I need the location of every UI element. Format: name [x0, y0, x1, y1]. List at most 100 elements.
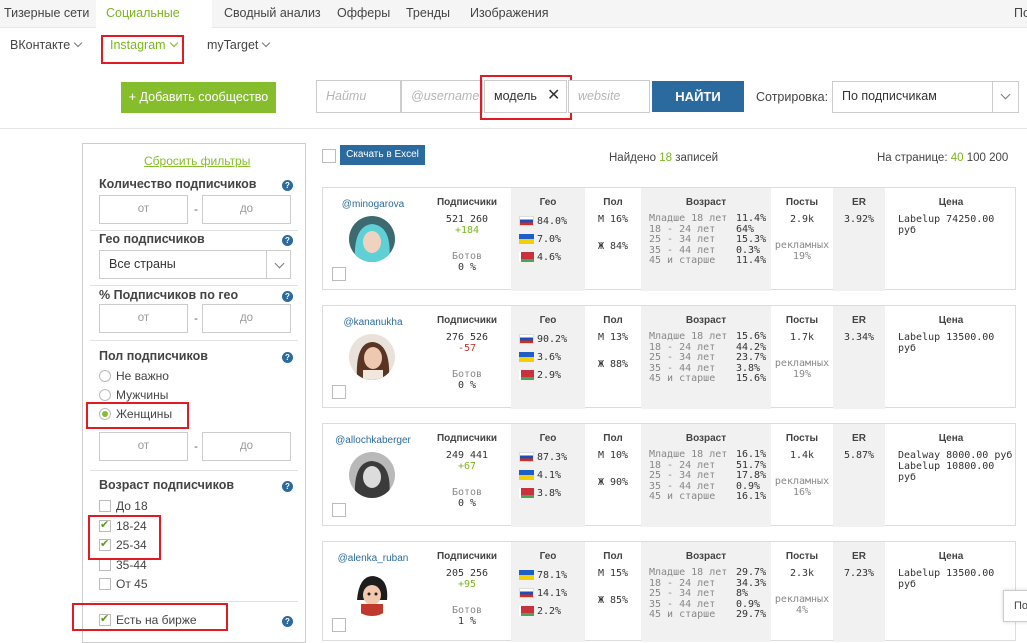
- username-link[interactable]: @alenka_ruban: [323, 553, 423, 564]
- age-value: 17.8%: [736, 470, 767, 481]
- bots-value: 0 %: [457, 262, 477, 273]
- per-page-40[interactable]: 40: [951, 152, 964, 164]
- tab-more[interactable]: По: [1006, 0, 1027, 28]
- age-header: Возраст: [685, 315, 727, 326]
- flag-icon: [519, 370, 534, 380]
- male-value: М 10%: [597, 450, 629, 461]
- geo-pct-from-input[interactable]: от: [99, 304, 188, 333]
- corner-popup[interactable]: По: [1003, 590, 1027, 622]
- age-group: Младше 18 лет: [649, 567, 728, 578]
- search-button[interactable]: НАЙТИ: [652, 81, 744, 112]
- chevron-down-icon: [73, 38, 83, 48]
- age-value: 16.1%: [736, 449, 767, 460]
- per-page-100[interactable]: 100: [967, 152, 986, 164]
- reset-filters-link[interactable]: Сбросить фильтры: [144, 154, 250, 168]
- subs-header: Подписчики: [436, 433, 498, 444]
- subtab-mytarget[interactable]: myTarget: [207, 38, 271, 52]
- geo-pct-to-input[interactable]: до: [202, 304, 291, 333]
- row-checkbox[interactable]: [332, 385, 346, 399]
- price-header: Цена: [938, 315, 964, 326]
- subs-to-input[interactable]: до: [202, 195, 291, 224]
- age-header: Возраст: [685, 551, 727, 562]
- subs-header: Подписчики: [436, 315, 498, 326]
- help-icon[interactable]: ?: [282, 616, 293, 627]
- avatar[interactable]: [349, 452, 395, 498]
- bots-label: Ботов: [451, 487, 483, 498]
- geo-select-value: Все страны: [109, 257, 176, 271]
- tab-teaser[interactable]: Тизерные сети: [0, 0, 97, 28]
- subtab-vkontakte[interactable]: ВКонтакте: [10, 38, 83, 52]
- age-under18-checkbox[interactable]: [99, 500, 111, 512]
- excel-export-button[interactable]: Скачать в Excel: [340, 145, 425, 165]
- age-35-44-checkbox[interactable]: [99, 559, 111, 571]
- ads-label: рекламных: [774, 476, 830, 487]
- row-checkbox[interactable]: [332, 503, 346, 517]
- divider: [90, 340, 298, 341]
- help-icon[interactable]: ?: [282, 352, 293, 363]
- posts-value: 1.4k: [789, 450, 815, 461]
- geo-list: 90.2% 3.6% 2.9%: [519, 334, 567, 388]
- chevron-down-icon: [262, 38, 271, 48]
- tab-summary[interactable]: Сводный анализ: [216, 0, 329, 28]
- subs-delta: +184: [454, 225, 480, 236]
- flag-icon: [519, 352, 534, 362]
- er-header: ER: [852, 315, 866, 326]
- avatar[interactable]: [349, 334, 395, 380]
- age-45plus-checkbox[interactable]: [99, 578, 111, 590]
- age-value: 29.7%: [736, 609, 767, 620]
- per-page-label: На странице:: [877, 152, 948, 164]
- price-value: Labelup 13500.00 руб: [898, 568, 995, 590]
- per-page-200[interactable]: 200: [989, 152, 1008, 164]
- influencer-card: @minogarova Подписчики 521 260 +184 Бото…: [322, 187, 1016, 291]
- posts-value: 1.7k: [789, 332, 815, 343]
- name-search-input[interactable]: Найти: [316, 80, 401, 113]
- website-input[interactable]: website: [568, 80, 650, 113]
- subs-from-input[interactable]: от: [99, 195, 188, 224]
- avatar[interactable]: [349, 570, 395, 616]
- price-value: Labelup 10800.00 руб: [898, 461, 995, 483]
- divider: [90, 601, 298, 602]
- username-link[interactable]: @minogarova: [323, 199, 423, 210]
- posts-header: Посты: [785, 197, 819, 208]
- age-row: 25 - 34 лет 15.3%: [649, 234, 771, 246]
- help-icon[interactable]: ?: [282, 180, 293, 191]
- age-group: Младше 18 лет: [649, 449, 728, 460]
- tab-social[interactable]: Социальные сети: [96, 0, 212, 47]
- per-page: На странице: 40 100 200: [877, 152, 1008, 164]
- subs-value: 249 441: [445, 450, 489, 461]
- geo-row: 3.6%: [519, 352, 567, 370]
- help-icon[interactable]: ?: [282, 291, 293, 302]
- er-value: 3.92%: [843, 214, 875, 225]
- add-community-button[interactable]: + Добавить сообщество: [121, 82, 276, 113]
- bots-value: 0 %: [457, 380, 477, 391]
- help-icon[interactable]: ?: [282, 235, 293, 246]
- gender-to-input[interactable]: до: [202, 432, 291, 461]
- ads-value: 4%: [795, 605, 809, 616]
- age-row: Младше 18 лет 15.6%: [649, 331, 771, 343]
- gender-male-radio[interactable]: [99, 389, 111, 401]
- tab-images[interactable]: Изображения: [462, 0, 557, 28]
- female-value: Ж 88%: [597, 359, 629, 370]
- row-checkbox[interactable]: [332, 618, 346, 632]
- price-list: Labelup 13500.00 руб: [898, 332, 1015, 354]
- gender-from-input[interactable]: от: [99, 432, 188, 461]
- sort-select[interactable]: По подписчикам: [832, 81, 1019, 113]
- tab-offers[interactable]: Офферы: [329, 0, 398, 28]
- subtab-mytarget-label: myTarget: [207, 38, 259, 52]
- geo-value: 78.1%: [537, 570, 568, 581]
- tab-trends[interactable]: Тренды: [398, 0, 458, 28]
- row-checkbox[interactable]: [332, 267, 346, 281]
- username-input[interactable]: @username: [401, 80, 483, 113]
- gender-any-radio[interactable]: [99, 370, 111, 382]
- flag-icon: [519, 216, 534, 226]
- range-dash: -: [194, 202, 198, 216]
- posts-header: Посты: [785, 551, 819, 562]
- age-value: 11.4%: [736, 213, 767, 224]
- username-link[interactable]: @kananukha: [323, 317, 423, 328]
- select-all-checkbox[interactable]: [322, 149, 336, 163]
- age-row: Младше 18 лет 11.4%: [649, 213, 771, 225]
- avatar[interactable]: [349, 216, 395, 262]
- username-link[interactable]: @allochkaberger: [323, 435, 423, 446]
- geo-select[interactable]: Все страны: [99, 250, 291, 279]
- help-icon[interactable]: ?: [282, 481, 293, 492]
